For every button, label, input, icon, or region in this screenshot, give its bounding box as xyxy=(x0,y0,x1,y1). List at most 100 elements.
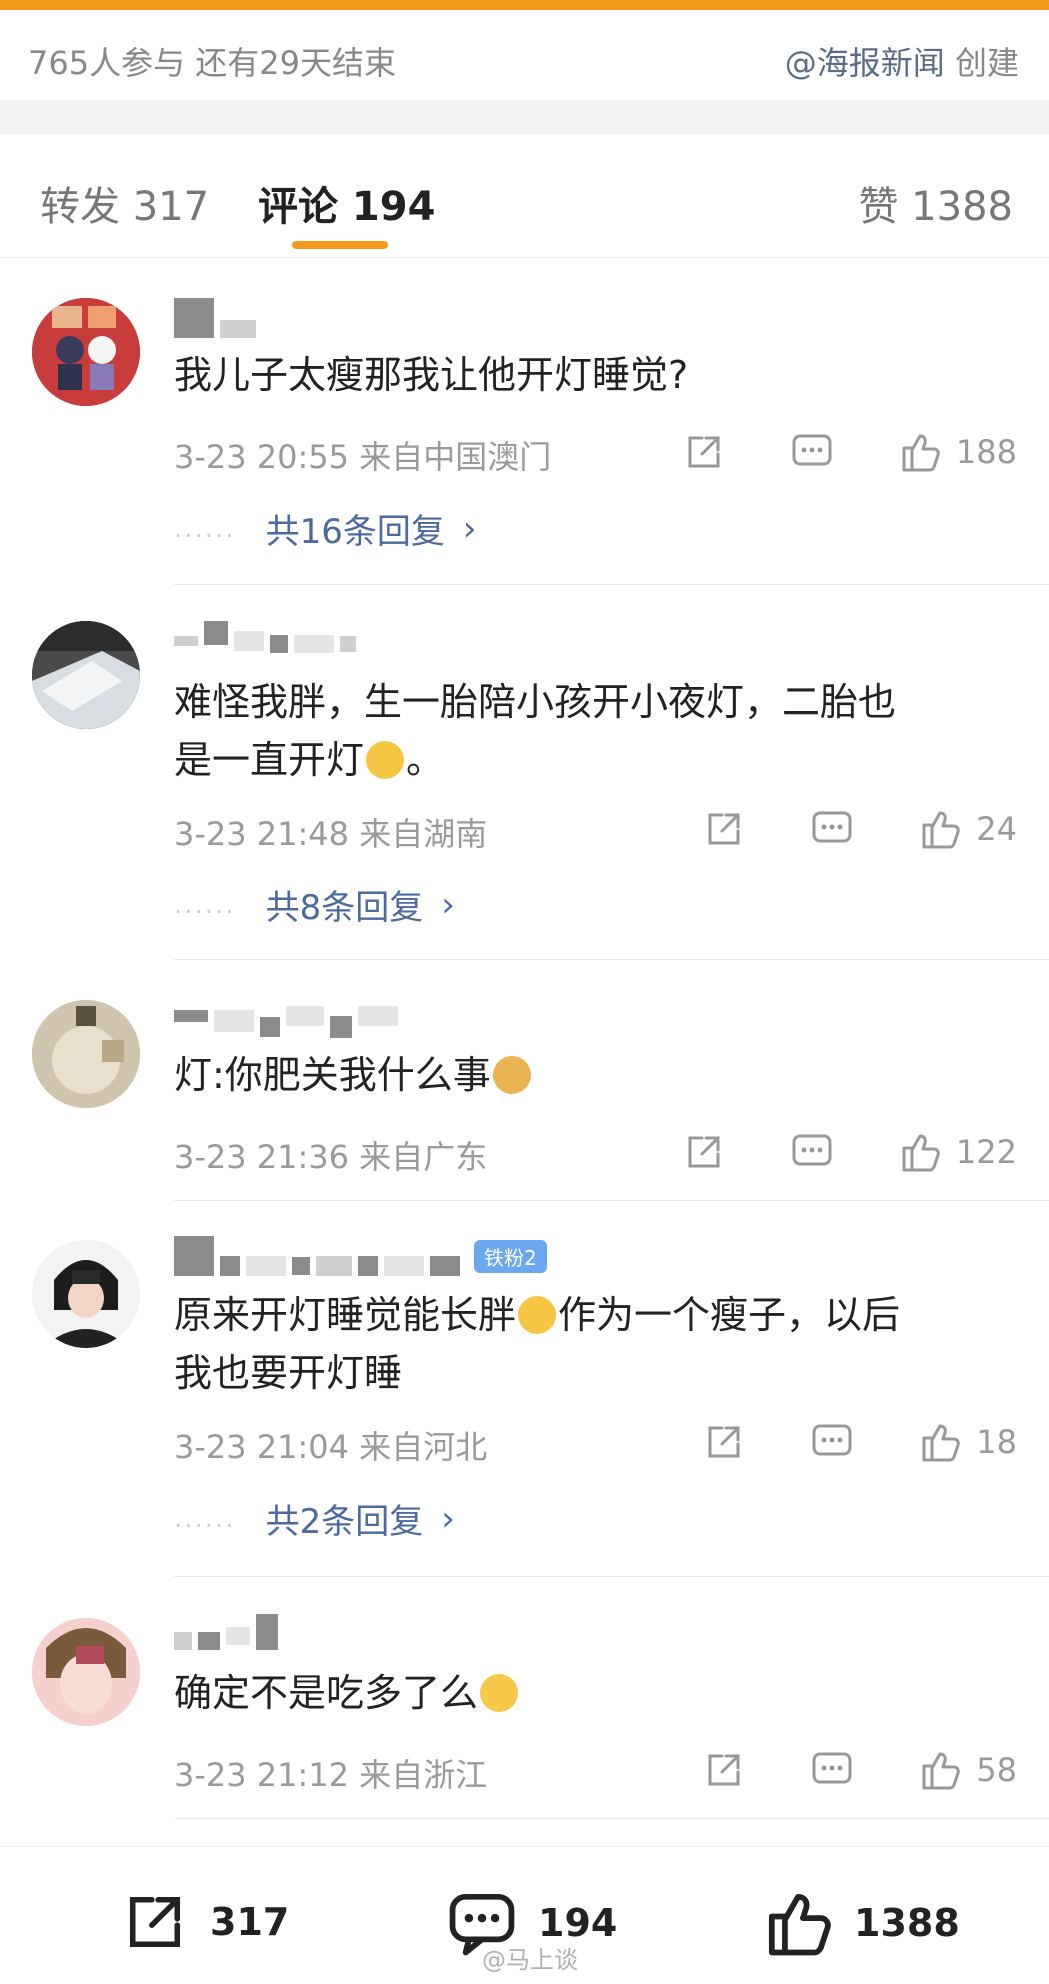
comment-text-line1: 难怪我胖，生一胎陪小孩开小夜灯，二胎也 xyxy=(174,680,897,724)
repost-button[interactable]: 317 xyxy=(120,1887,289,1957)
comment-text-line1b: 作为一个瘦子，以后 xyxy=(558,1293,901,1337)
like-icon[interactable] xyxy=(918,807,962,851)
comment-location: 来自中国澳门 xyxy=(359,438,552,476)
dots-divider: ...... xyxy=(174,513,236,544)
comment-meta: 3-23 21:48 来自湖南 xyxy=(174,809,487,855)
like-total: 1388 xyxy=(854,1901,960,1945)
tab-reposts[interactable]: 转发 317 xyxy=(40,174,209,232)
comment-text-line2b: 。 xyxy=(406,738,445,782)
comment-text: 原来开灯睡觉能长胖 作为一个瘦子，以后 我也要开灯睡 xyxy=(174,1286,994,1402)
active-tab-indicator xyxy=(292,241,388,249)
comment-count: 194 xyxy=(538,1901,618,1945)
replies-label[interactable]: 共16条回复 xyxy=(266,504,445,553)
comment-text-line1a: 原来开灯睡觉能长胖 xyxy=(174,1293,517,1337)
view-replies-link[interactable]: ...... 共8条回复 › xyxy=(174,880,455,929)
comment-icon[interactable] xyxy=(810,1748,854,1792)
comment-divider xyxy=(174,1576,1049,1577)
dots-divider: ...... xyxy=(174,889,236,920)
chevron-right-icon: › xyxy=(441,884,455,925)
comment-icon[interactable] xyxy=(790,430,834,474)
comment-time: 3-23 21:12 xyxy=(174,1756,350,1794)
repost-count: 317 xyxy=(210,1900,290,1944)
crying-laughing-emoji xyxy=(366,741,405,779)
share-icon[interactable] xyxy=(682,430,726,474)
username-pixelated[interactable]: 铁粉2 xyxy=(174,1236,547,1276)
comment-meta: 3-23 20:55 来自中国澳门 xyxy=(174,432,551,478)
comment-divider xyxy=(174,1818,1049,1819)
hug-emoji xyxy=(480,1674,519,1712)
view-replies-link[interactable]: ...... 共16条回复 › xyxy=(174,504,476,553)
avatar[interactable] xyxy=(32,1618,140,1726)
participants-info: 765人参与 还有29天结束 xyxy=(28,44,396,82)
like-count: 18 xyxy=(976,1423,1017,1461)
comment-text-line1: 原来开灯睡觉能长胖 作为一个瘦子，以后 xyxy=(174,1286,994,1344)
avatar[interactable] xyxy=(32,1240,140,1348)
share-icon[interactable] xyxy=(702,1420,746,1464)
comment-actions: 122 xyxy=(682,1130,1017,1174)
username-pixelated[interactable] xyxy=(174,1610,278,1650)
tab-bar: 转发 317 评论 194 赞 1388 xyxy=(0,134,1049,258)
watermark: @马上谈 xyxy=(482,1946,578,1974)
comment-text: 难怪我胖，生一胎陪小孩开小夜灯，二胎也 是一直开灯。 xyxy=(174,673,994,789)
thumbs-up-icon xyxy=(768,1893,831,1956)
comment-divider xyxy=(174,1200,1049,1201)
comment-meta: 3-23 21:36 来自广东 xyxy=(174,1132,487,1178)
comment-location: 来自河北 xyxy=(359,1428,488,1466)
like-icon[interactable] xyxy=(918,1748,962,1792)
comment-location: 来自广东 xyxy=(359,1138,488,1176)
comment-time: 3-23 20:55 xyxy=(174,438,350,476)
share-icon[interactable] xyxy=(702,807,746,851)
section-separator xyxy=(0,100,1049,134)
username-pixelated[interactable] xyxy=(174,613,356,653)
comment-time: 3-23 21:36 xyxy=(174,1138,350,1176)
chevron-right-icon: › xyxy=(462,508,477,549)
comment-text-line2a: 是一直开灯 xyxy=(174,738,365,782)
topic-creator[interactable]: @海报新闻 创建 xyxy=(785,38,1019,84)
comment-actions: 188 xyxy=(682,430,1017,474)
comment-divider xyxy=(174,959,1049,960)
comment-icon[interactable] xyxy=(790,1130,834,1174)
comment-text: 我儿子太瘦那我让他开灯睡觉? xyxy=(174,353,689,397)
share-icon[interactable] xyxy=(682,1130,726,1174)
comment-actions: 18 xyxy=(702,1420,1017,1464)
comment-divider xyxy=(174,584,1049,585)
like-count: 24 xyxy=(976,810,1017,848)
like-count: 188 xyxy=(955,433,1017,471)
comment-text: 确定不是吃多了么 xyxy=(174,1664,994,1722)
comment-icon[interactable] xyxy=(810,1420,854,1464)
comment-meta: 3-23 21:12 来自浙江 xyxy=(174,1750,487,1796)
replies-label[interactable]: 共8条回复 xyxy=(266,880,424,929)
repost-icon xyxy=(129,1896,181,1948)
share-icon[interactable] xyxy=(702,1748,746,1792)
comment-meta: 3-23 21:04 来自河北 xyxy=(174,1422,487,1468)
like-count: 122 xyxy=(955,1133,1017,1171)
comment-text: 灯:你肥关我什么事 xyxy=(174,1046,994,1104)
tab-comments[interactable]: 评论 194 xyxy=(258,174,435,232)
replies-label[interactable]: 共2条回复 xyxy=(266,1494,424,1543)
chevron-right-icon: › xyxy=(441,1498,455,1539)
tab-likes[interactable]: 赞 1388 xyxy=(858,174,1013,232)
topic-header: 765人参与 还有29天结束 @海报新闻 创建 xyxy=(0,0,1049,100)
like-icon[interactable] xyxy=(918,1420,962,1464)
comment-text-body: 灯:你肥关我什么事 xyxy=(174,1053,491,1097)
username-pixelated[interactable] xyxy=(174,996,398,1038)
fan-badge[interactable]: 铁粉2 xyxy=(474,1239,547,1273)
comment-text-body: 确定不是吃多了么 xyxy=(174,1671,479,1715)
comment-text-line2: 是一直开灯。 xyxy=(174,731,994,789)
comment-time: 3-23 21:04 xyxy=(174,1428,350,1466)
avatar[interactable] xyxy=(32,1000,140,1108)
like-button[interactable]: 1388 xyxy=(762,1887,960,1959)
view-replies-link[interactable]: ...... 共2条回复 › xyxy=(174,1494,455,1543)
creator-suffix: 创建 xyxy=(944,44,1019,82)
like-count: 58 xyxy=(976,1751,1017,1789)
avatar[interactable] xyxy=(32,621,140,729)
like-icon[interactable] xyxy=(898,1130,942,1174)
comment-actions: 24 xyxy=(702,807,1017,851)
comment-location: 来自湖南 xyxy=(359,815,488,853)
like-icon[interactable] xyxy=(898,430,942,474)
creator-handle[interactable]: @海报新闻 xyxy=(785,44,945,82)
comment-icon[interactable] xyxy=(810,807,854,851)
avatar[interactable] xyxy=(32,298,140,406)
username-pixelated[interactable] xyxy=(174,298,256,338)
dots-divider: ...... xyxy=(174,1503,236,1534)
